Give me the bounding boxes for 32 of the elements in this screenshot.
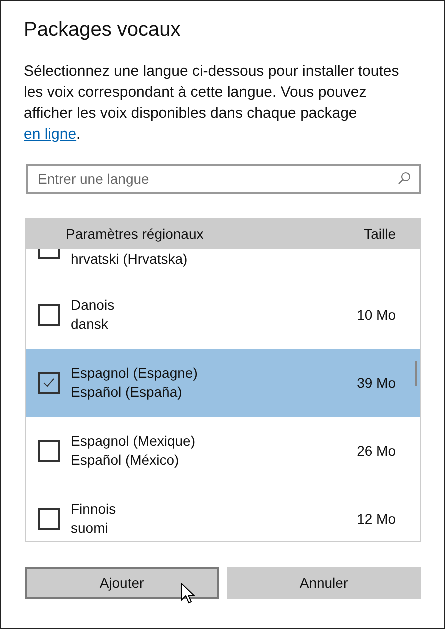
size-text: 10 Mo xyxy=(357,307,396,323)
checkbox[interactable] xyxy=(38,372,60,394)
checkbox[interactable] xyxy=(38,440,60,462)
column-header: Paramètres régionaux xyxy=(66,226,204,242)
add-button[interactable]: Ajouter xyxy=(25,567,219,599)
language-native-name: Español (México) xyxy=(71,451,180,470)
dialog-title: Packages vocaux xyxy=(24,19,182,42)
language-row[interactable]: Danois dansk 10 Mo xyxy=(26,281,420,349)
search-field[interactable]: Entrer une langue xyxy=(26,164,421,194)
checkbox[interactable] xyxy=(38,508,60,530)
language-native-name: Español (España) xyxy=(71,383,184,402)
search-icon xyxy=(398,172,411,185)
size-text: 39 Mo xyxy=(357,375,396,391)
language-native-name: suomi xyxy=(71,519,110,538)
language-name: Finnois xyxy=(71,500,118,519)
language-row[interactable]: Espagnol (Espagne) Español (España) 39 Mo xyxy=(26,349,420,417)
language-name: Danois xyxy=(71,296,116,315)
scrollbar-thumb[interactable] xyxy=(415,361,417,386)
language-name: Espagnol (Espagne) xyxy=(71,364,199,383)
size-text: 12 Mo xyxy=(357,511,396,527)
column-header: Taille xyxy=(364,226,396,242)
description-text: Sélectionnez une langue ci-dessous pour installer toutes les voix correspondant à cette langue. Vous pouvez afficher les voix disponibles dans chaque package en ligne. xyxy=(24,62,400,145)
size-text: 26 Mo xyxy=(357,443,396,459)
language-name: Espagnol (Mexique) xyxy=(71,432,197,451)
cancel-button[interactable]: Annuler xyxy=(227,567,421,599)
checkbox[interactable] xyxy=(38,304,60,326)
language-row[interactable]: Finnois suomi 12 Mo xyxy=(26,485,420,541)
online-link[interactable]: en ligne xyxy=(24,126,77,143)
language-row[interactable]: Espagnol (Mexique) Español (México) 26 Mo xyxy=(26,417,420,485)
language-native-name: dansk xyxy=(71,315,110,334)
language-native-name: hrvatski (Hrvatska) xyxy=(71,250,189,269)
cursor-icon xyxy=(181,583,195,605)
